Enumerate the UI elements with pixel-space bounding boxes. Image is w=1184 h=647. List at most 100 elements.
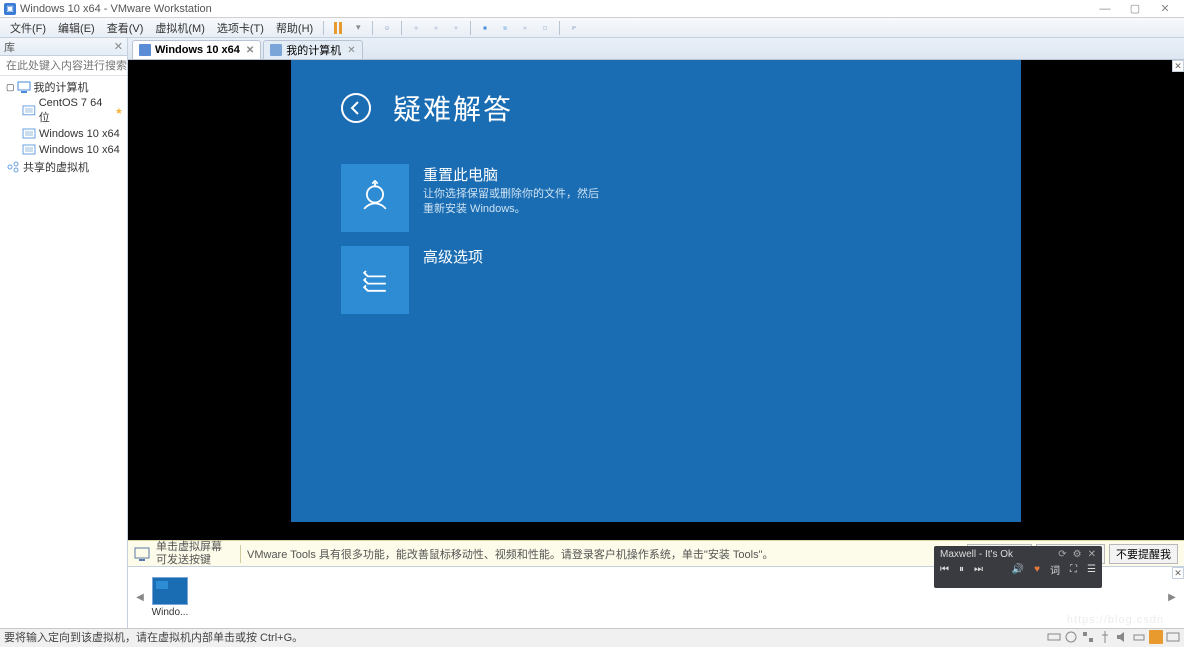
sidebar-search: ▾: [0, 56, 127, 76]
option-title: 重置此电脑: [423, 164, 603, 185]
option-title: 高级选项: [423, 246, 483, 267]
menu-vm[interactable]: 虚拟机(M): [149, 20, 211, 36]
send-ctrl-alt-del-icon[interactable]: [379, 20, 395, 36]
close-button[interactable]: ✕: [1150, 2, 1180, 15]
vm-icon: [22, 143, 36, 157]
monitor-icon: [134, 546, 150, 562]
shared-icon: [6, 160, 20, 174]
option-advanced[interactable]: 高级选项: [341, 246, 971, 314]
minimize-button[interactable]: —: [1090, 3, 1120, 15]
option-reset-pc[interactable]: 重置此电脑 让你选择保留或删除你的文件，然后重新安装 Windows。: [341, 164, 971, 232]
fullscreen-icon[interactable]: [477, 20, 493, 36]
menu-edit[interactable]: 编辑(E): [52, 20, 101, 36]
reset-icon: [341, 164, 409, 232]
sidebar-close-icon[interactable]: ✕: [114, 40, 123, 53]
star-icon: ★: [115, 106, 123, 117]
never-remind-button[interactable]: 不要提醒我: [1109, 544, 1178, 564]
menu-file[interactable]: 文件(F): [4, 20, 52, 36]
tree-root[interactable]: ▢ 我的计算机: [0, 78, 127, 96]
mp-volume-icon[interactable]: 🔊: [1012, 564, 1024, 575]
snapshot-revert-icon[interactable]: [428, 20, 444, 36]
mp-close-icon[interactable]: ✕: [1088, 549, 1096, 560]
menu-tabs[interactable]: 选项卡(T): [211, 20, 270, 36]
pause-button[interactable]: [330, 20, 346, 36]
info-text-tools: VMware Tools 具有很多功能，能改善鼠标移动性、视频和性能。请登录客户…: [247, 546, 773, 562]
menubar: 文件(F) 编辑(E) 查看(V) 虚拟机(M) 选项卡(T) 帮助(H) ▾: [0, 18, 1184, 38]
tab-close-icon[interactable]: ✕: [347, 45, 355, 56]
music-player[interactable]: Maxwell - It's Ok ⟳ ⚙ ✕ ⏮ ⏸ ⏭ 🔊 ♥ 词 ⛶ ☰: [934, 546, 1102, 588]
tray-disk-icon[interactable]: [1047, 630, 1061, 644]
tray-cd-icon[interactable]: [1064, 630, 1078, 644]
thumbstrip-close-icon[interactable]: ✕: [1172, 567, 1184, 579]
tree-shared[interactable]: 共享的虚拟机: [0, 158, 127, 176]
tray-usb-icon[interactable]: [1098, 630, 1112, 644]
snapshot-icon[interactable]: [408, 20, 424, 36]
menu-help[interactable]: 帮助(H): [270, 20, 319, 36]
recovery-screen: 疑难解答 重置此电脑 让你选择保留或删除你的文件，然后重新安装 Windows。…: [291, 60, 1021, 522]
search-input[interactable]: [6, 60, 148, 72]
app-icon: ▣: [4, 3, 16, 15]
tab-label: 我的计算机: [286, 42, 341, 58]
back-button[interactable]: [341, 93, 371, 123]
toolbar-dropdown[interactable]: ▾: [350, 20, 366, 36]
maximize-button[interactable]: ▢: [1120, 2, 1150, 15]
tab-label: Windows 10 x64: [155, 44, 240, 56]
tree-item-centos[interactable]: CentOS 7 64 位 ★: [0, 96, 127, 126]
status-text: 要将输入定向到该虚拟机，请在虚拟机内部单击或按 Ctrl+G。: [4, 629, 303, 645]
mp-like-icon[interactable]: ♥: [1034, 564, 1040, 575]
tab-mycomputer[interactable]: 我的计算机 ✕: [263, 40, 362, 59]
tree-item-label: Windows 10 x64: [39, 144, 120, 156]
stretch-icon[interactable]: [517, 20, 533, 36]
recovery-title: 疑难解答: [393, 88, 513, 128]
info-text-click: 单击虚拟屏幕 可发送按键: [156, 541, 222, 565]
track-title: Maxwell - It's Ok: [940, 549, 1013, 560]
tray-sound-icon[interactable]: [1115, 630, 1129, 644]
mp-next-icon[interactable]: ⏭: [974, 564, 983, 575]
title-app-name: VMware Workstation: [111, 3, 212, 15]
tray-network-icon[interactable]: [1081, 630, 1095, 644]
tab-icon: [270, 44, 282, 56]
mp-pause-icon[interactable]: ⏸: [959, 564, 964, 575]
tab-close-icon[interactable]: ✕: [246, 45, 254, 56]
tray-message-icon[interactable]: [1166, 630, 1180, 644]
tree-root-label: 我的计算机: [34, 79, 89, 95]
thumbnail-icon[interactable]: [566, 20, 582, 36]
snapshot-manager-icon[interactable]: [448, 20, 464, 36]
sidebar: 库 ✕ ▾ ▢ 我的计算机 CentOS 7 64 位 ★ Windows 10…: [0, 38, 128, 628]
thumbnail-image: [152, 577, 188, 605]
tree-item-win10-2[interactable]: Windows 10 x64: [0, 142, 127, 158]
watermark: https://blog.csdn: [1067, 614, 1164, 626]
thumbnail[interactable]: Windo...: [150, 577, 190, 618]
vm-viewport[interactable]: 疑难解答 重置此电脑 让你选择保留或删除你的文件，然后重新安装 Windows。…: [128, 60, 1184, 540]
vm-icon: [22, 104, 36, 118]
tray-display-icon[interactable]: [1149, 630, 1163, 644]
title-sep: -: [101, 3, 111, 15]
vm-icon: [22, 127, 36, 141]
mp-settings-icon[interactable]: ⚙: [1073, 549, 1082, 560]
viewport-close-icon[interactable]: ✕: [1172, 60, 1184, 72]
sidebar-title: 库: [4, 39, 15, 55]
mp-playlist-icon[interactable]: ☰: [1087, 564, 1096, 575]
thumb-prev-icon[interactable]: ◀: [134, 592, 146, 603]
vm-tree: ▢ 我的计算机 CentOS 7 64 位 ★ Windows 10 x64 W…: [0, 76, 127, 178]
tabstrip: Windows 10 x64 ✕ 我的计算机 ✕: [128, 38, 1184, 60]
tree-shared-label: 共享的虚拟机: [23, 159, 89, 175]
window-titlebar: ▣ Windows 10 x64 - VMware Workstation — …: [0, 0, 1184, 18]
mp-lyrics-button[interactable]: 词: [1050, 562, 1060, 577]
tree-item-label: Windows 10 x64: [39, 128, 120, 140]
thumbnail-label: Windo...: [150, 607, 190, 618]
mp-pin-icon[interactable]: ⟳: [1058, 549, 1066, 560]
advanced-icon: [341, 246, 409, 314]
mp-pip-icon[interactable]: ⛶: [1070, 564, 1077, 575]
system-tray: [1047, 630, 1180, 644]
thumb-next-icon[interactable]: ▶: [1166, 592, 1178, 603]
menu-view[interactable]: 查看(V): [101, 20, 150, 36]
console-icon[interactable]: [537, 20, 553, 36]
option-desc: 让你选择保留或删除你的文件，然后重新安装 Windows。: [423, 187, 603, 218]
statusbar: 要将输入定向到该虚拟机，请在虚拟机内部单击或按 Ctrl+G。: [0, 628, 1184, 644]
mp-prev-icon[interactable]: ⏮: [940, 564, 949, 575]
unity-icon[interactable]: [497, 20, 513, 36]
tab-windows10[interactable]: Windows 10 x64 ✕: [132, 40, 261, 59]
tree-item-win10-1[interactable]: Windows 10 x64: [0, 126, 127, 142]
tray-printer-icon[interactable]: [1132, 630, 1146, 644]
